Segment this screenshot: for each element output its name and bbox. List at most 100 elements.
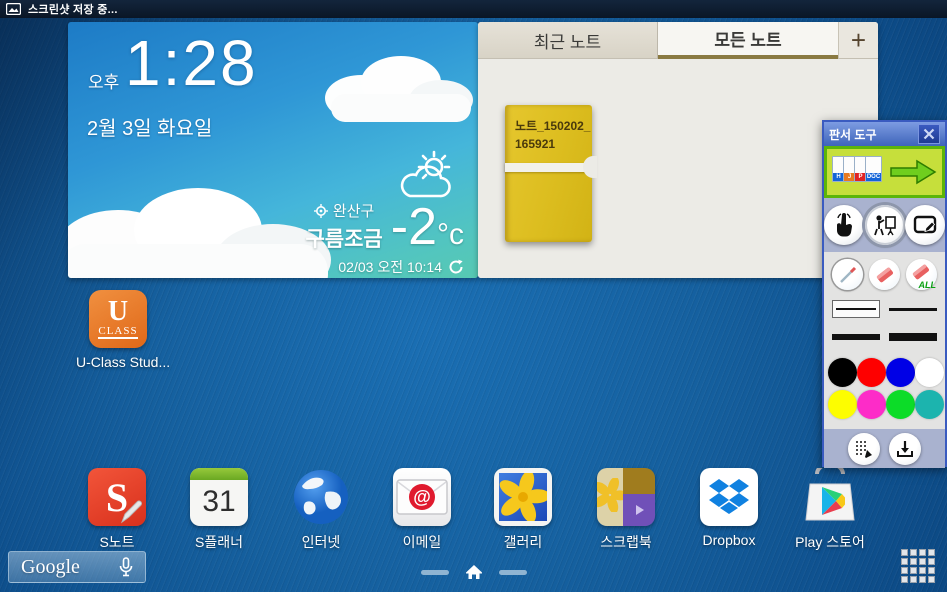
save-button[interactable] bbox=[889, 433, 921, 465]
home-icon[interactable] bbox=[465, 564, 483, 580]
weather-block: 완산구 구름조금 -2°c 02/03 오전 10:14 bbox=[305, 200, 464, 277]
page-dash-right[interactable] bbox=[499, 570, 527, 575]
palette-bottom-row bbox=[824, 429, 945, 468]
envelope-icon: @ bbox=[393, 468, 451, 526]
playstore-icon bbox=[801, 468, 859, 526]
eraser-tool-button[interactable] bbox=[869, 259, 900, 290]
stroke-width-4[interactable] bbox=[889, 328, 937, 346]
flower-icon bbox=[597, 478, 623, 512]
app-label: 스크랩북 bbox=[584, 532, 668, 552]
gallery-icon bbox=[494, 468, 552, 526]
scrapbook-icon bbox=[597, 468, 655, 526]
clock-time: 1:28 bbox=[125, 26, 258, 100]
note-band bbox=[505, 163, 592, 172]
location-icon bbox=[314, 204, 328, 218]
open-document-button[interactable]: H J P DOC bbox=[824, 146, 945, 198]
presenter-mode-button[interactable] bbox=[865, 205, 905, 245]
app-gallery[interactable]: 갤러리 bbox=[481, 468, 565, 552]
color-black[interactable] bbox=[828, 358, 857, 387]
home-screen: 스크린샷 저장 중... 오후 1:28 2월 3일 화요일 bbox=[0, 0, 947, 592]
clock-ampm: 오후 bbox=[88, 68, 119, 93]
play-triangle-icon bbox=[633, 504, 645, 516]
clock-weather-widget[interactable]: 오후 1:28 2월 3일 화요일 bbox=[68, 22, 478, 278]
color-white[interactable] bbox=[915, 358, 944, 387]
palette-titlebar[interactable]: 판서 도구 bbox=[824, 122, 945, 146]
app-scrapbook[interactable]: 스크랩북 bbox=[584, 468, 668, 552]
minimize-palette-button[interactable] bbox=[848, 433, 880, 465]
app-label: Dropbox bbox=[687, 532, 771, 548]
color-blue[interactable] bbox=[886, 358, 915, 387]
stroke-width-2[interactable] bbox=[889, 300, 937, 318]
shopping-bag-icon bbox=[801, 468, 859, 526]
snote-icon: S bbox=[88, 468, 146, 526]
app-label: 인터넷 bbox=[279, 532, 363, 552]
app-dropbox[interactable]: Dropbox bbox=[687, 468, 771, 548]
pen-icon bbox=[836, 263, 860, 287]
app-label: 이메일 bbox=[380, 532, 464, 552]
refresh-icon[interactable] bbox=[448, 259, 464, 275]
note-item[interactable]: 노트_150202_ 165921 bbox=[505, 105, 592, 242]
clock-date: 2월 3일 화요일 bbox=[87, 112, 212, 141]
snote-widget-tabs: 최근 노트 모든 노트 + bbox=[478, 22, 878, 59]
partly-cloudy-icon bbox=[396, 150, 460, 202]
app-label: S플래너 bbox=[177, 532, 261, 552]
touch-mode-button[interactable] bbox=[824, 205, 864, 245]
app-label: U-Class Stud... bbox=[76, 354, 160, 370]
notes-list-area: 노트_150202_ 165921 bbox=[478, 59, 878, 278]
note-band-notch bbox=[583, 156, 597, 178]
app-internet[interactable]: 인터넷 bbox=[279, 468, 363, 552]
app-label: S노트 bbox=[75, 532, 159, 552]
stroke-width-options bbox=[824, 296, 945, 356]
screenshot-icon bbox=[6, 3, 21, 15]
screen-draw-icon bbox=[913, 214, 937, 236]
tab-recent-notes[interactable]: 최근 노트 bbox=[478, 22, 658, 59]
dropbox-icon bbox=[700, 468, 758, 526]
flower-icon bbox=[499, 473, 547, 521]
dropbox-glyph bbox=[709, 479, 749, 515]
apps-drawer-button[interactable] bbox=[901, 549, 939, 585]
email-icon: @ bbox=[393, 468, 451, 526]
color-magenta[interactable] bbox=[857, 390, 886, 419]
palette-title: 판서 도구 bbox=[829, 126, 918, 143]
dotted-grid-pen-icon bbox=[854, 439, 874, 459]
svg-text:@: @ bbox=[413, 487, 431, 507]
status-bar: 스크린샷 저장 중... bbox=[0, 0, 947, 18]
app-uclass[interactable]: U CLASS U-Class Stud... bbox=[76, 290, 160, 370]
app-label: 갤러리 bbox=[481, 532, 565, 552]
app-splanner[interactable]: 31 S플래너 bbox=[177, 468, 261, 552]
arrow-right-icon bbox=[889, 158, 937, 186]
erase-all-label: ALL bbox=[919, 280, 937, 290]
color-red[interactable] bbox=[857, 358, 886, 387]
stroke-width-3[interactable] bbox=[832, 328, 880, 346]
app-playstore[interactable]: Play 스토어 bbox=[788, 468, 872, 552]
snote-widget: 최근 노트 모든 노트 + 노트_150202_ 165921 bbox=[478, 22, 878, 278]
download-icon bbox=[896, 440, 914, 458]
app-snote[interactable]: S S노트 bbox=[75, 468, 159, 552]
page-dash-left[interactable] bbox=[421, 570, 449, 575]
app-email[interactable]: @ 이메일 bbox=[380, 468, 464, 552]
uclass-icon: U CLASS bbox=[89, 290, 147, 348]
eraser-icon bbox=[874, 264, 896, 286]
tab-all-notes[interactable]: 모든 노트 bbox=[658, 22, 838, 59]
screen-draw-mode-button[interactable] bbox=[905, 205, 945, 245]
splanner-icon: 31 bbox=[190, 468, 248, 526]
globe-icon bbox=[292, 468, 350, 526]
pen-tools-row: ALL bbox=[824, 257, 945, 296]
add-note-button[interactable]: + bbox=[838, 22, 878, 59]
weather-condition: 구름조금 bbox=[305, 223, 382, 253]
color-yellow[interactable] bbox=[828, 390, 857, 419]
palette-draw-panel: ALL bbox=[824, 252, 945, 429]
close-icon bbox=[923, 128, 935, 140]
weather-temp: -2°c bbox=[391, 201, 464, 253]
document-files-icon: H J P DOC bbox=[832, 156, 882, 188]
color-teal[interactable] bbox=[915, 390, 944, 419]
status-text: 스크린샷 저장 중... bbox=[28, 1, 118, 17]
close-button[interactable] bbox=[918, 124, 940, 144]
erase-all-button[interactable]: ALL bbox=[906, 259, 937, 290]
app-label: Play 스토어 bbox=[788, 532, 872, 552]
home-pager bbox=[0, 564, 947, 580]
palette-mode-row bbox=[824, 198, 945, 252]
stroke-width-1[interactable] bbox=[832, 300, 880, 318]
pen-tool-button[interactable] bbox=[832, 259, 863, 290]
color-green[interactable] bbox=[886, 390, 915, 419]
